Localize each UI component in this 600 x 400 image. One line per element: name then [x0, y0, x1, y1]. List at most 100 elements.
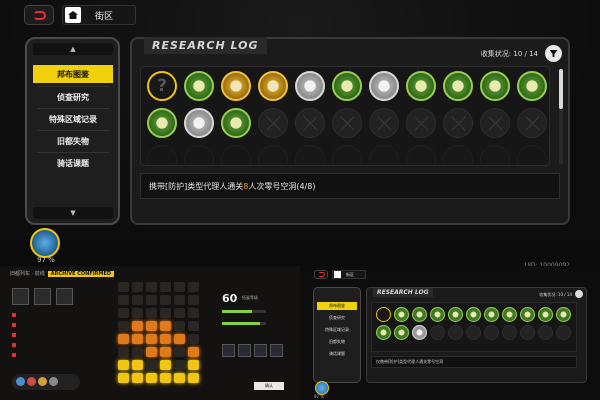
tile-pad[interactable] — [188, 334, 199, 344]
locked-badge-slot[interactable] — [369, 145, 399, 165]
tile-pad[interactable] — [146, 308, 157, 318]
locked-badge-slot[interactable] — [443, 108, 473, 138]
locked-badge-slot[interactable] — [556, 325, 571, 340]
tile-pad[interactable] — [132, 334, 143, 344]
collected-badge[interactable] — [538, 307, 553, 322]
agent-portrait[interactable] — [56, 288, 73, 305]
tile-pad[interactable] — [160, 373, 171, 383]
tile-pad[interactable] — [146, 373, 157, 383]
collected-badge[interactable] — [484, 307, 499, 322]
filter-button[interactable] — [545, 45, 562, 62]
home-icon[interactable] — [334, 271, 341, 278]
tile-pad[interactable] — [146, 360, 157, 370]
tile-pad[interactable] — [174, 308, 185, 318]
locked-badge-slot[interactable] — [480, 108, 510, 138]
locked-badge-slot[interactable] — [369, 108, 399, 138]
collected-badge[interactable] — [295, 71, 325, 101]
reward-item[interactable] — [238, 344, 251, 357]
collected-badge[interactable] — [221, 71, 251, 101]
tile-pad[interactable] — [160, 282, 171, 292]
menu-item-special-zone[interactable]: 特殊区域记录 — [317, 326, 357, 334]
locked-badge-slot[interactable] — [443, 145, 473, 165]
agent-portrait[interactable] — [34, 288, 51, 305]
tile-pad[interactable] — [174, 295, 185, 305]
grid-scrollbar[interactable] — [559, 69, 563, 164]
menu-item-bangboo-codex[interactable]: 邦布图鉴 — [33, 65, 113, 83]
collected-badge[interactable] — [394, 307, 409, 322]
scrollbar-thumb[interactable] — [559, 69, 563, 109]
tile-pad[interactable] — [188, 373, 199, 383]
tile-pad[interactable] — [188, 321, 199, 331]
tile-pad[interactable] — [160, 360, 171, 370]
tile-pad[interactable] — [132, 321, 143, 331]
tile-pad[interactable] — [174, 360, 185, 370]
collected-badge[interactable] — [517, 71, 547, 101]
tile-pad[interactable] — [132, 347, 143, 357]
reward-item[interactable] — [270, 344, 283, 357]
menu-item-investigation[interactable]: 侦查研究 — [33, 88, 113, 106]
collected-badge[interactable] — [406, 71, 436, 101]
locked-badge-slot[interactable] — [221, 145, 251, 165]
tile-pad[interactable] — [174, 321, 185, 331]
collected-badge[interactable] — [466, 307, 481, 322]
locked-badge-slot[interactable] — [406, 108, 436, 138]
tile-pad[interactable] — [118, 347, 129, 357]
collected-badge[interactable] — [412, 325, 427, 340]
tile-pad[interactable] — [118, 360, 129, 370]
unknown-badge[interactable]: ? — [147, 71, 177, 101]
locked-badge-slot[interactable] — [147, 145, 177, 165]
locked-badge-slot[interactable] — [517, 108, 547, 138]
collected-badge[interactable] — [258, 71, 288, 101]
collected-badge[interactable] — [430, 307, 445, 322]
tile-pad[interactable] — [118, 282, 129, 292]
menu-item-topics[interactable]: 骑话课题 — [317, 350, 357, 358]
tile-pad[interactable] — [146, 347, 157, 357]
collected-badge[interactable] — [147, 108, 177, 138]
locked-badge-slot[interactable] — [406, 145, 436, 165]
locked-badge-slot[interactable] — [538, 325, 553, 340]
collected-badge[interactable] — [520, 307, 535, 322]
tile-pad[interactable] — [188, 360, 199, 370]
locked-badge-slot[interactable] — [430, 325, 445, 340]
collected-badge[interactable] — [448, 307, 463, 322]
tile-pad[interactable] — [160, 347, 171, 357]
home-icon[interactable] — [65, 7, 81, 23]
tile-pad[interactable] — [146, 282, 157, 292]
collected-badge[interactable] — [556, 307, 571, 322]
tile-pad[interactable] — [188, 308, 199, 318]
menu-item-lost-items[interactable]: 旧都失物 — [33, 132, 113, 150]
collected-badge[interactable] — [221, 108, 251, 138]
tile-pad[interactable] — [174, 347, 185, 357]
tile-pad[interactable] — [132, 282, 143, 292]
tile-pad[interactable] — [188, 347, 199, 357]
collected-badge[interactable] — [480, 71, 510, 101]
locked-badge-slot[interactable] — [466, 325, 481, 340]
tile-pad[interactable] — [174, 334, 185, 344]
tile-pad[interactable] — [160, 321, 171, 331]
tile-pad[interactable] — [118, 334, 129, 344]
collected-badge[interactable] — [369, 71, 399, 101]
collected-badge[interactable] — [376, 325, 391, 340]
back-button[interactable] — [24, 5, 54, 25]
locked-badge-slot[interactable] — [448, 325, 463, 340]
locked-badge-slot[interactable] — [184, 145, 214, 165]
tile-pad[interactable] — [160, 295, 171, 305]
collected-badge[interactable] — [184, 71, 214, 101]
collected-badge[interactable] — [502, 307, 517, 322]
tile-pad[interactable] — [146, 334, 157, 344]
collected-badge[interactable] — [443, 71, 473, 101]
player-avatar[interactable] — [315, 381, 329, 395]
menu-item-investigation[interactable]: 侦查研究 — [317, 314, 357, 322]
locked-badge-slot[interactable] — [517, 145, 547, 165]
tile-pad[interactable] — [174, 373, 185, 383]
locked-badge-slot[interactable] — [480, 145, 510, 165]
tile-pad[interactable] — [146, 321, 157, 331]
locked-badge-slot[interactable] — [258, 145, 288, 165]
agent-portrait[interactable] — [12, 288, 29, 305]
tile-pad[interactable] — [132, 373, 143, 383]
tile-pad[interactable] — [188, 295, 199, 305]
collected-badge[interactable] — [332, 71, 362, 101]
menu-scroll-up-button[interactable]: ▲ — [33, 43, 113, 55]
tile-pad[interactable] — [132, 295, 143, 305]
menu-item-lost-items[interactable]: 旧都失物 — [317, 338, 357, 346]
